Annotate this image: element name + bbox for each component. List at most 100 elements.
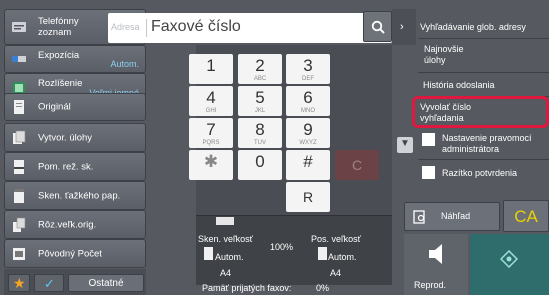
key-3[interactable]: 3 DEF	[286, 54, 330, 84]
global-address-search[interactable]: Vyhľadávanie glob. adresy	[420, 22, 549, 33]
stamp-label: Razítko potvrdenia	[442, 168, 518, 178]
job-build-icon	[13, 130, 26, 144]
key-8-digit: 8	[255, 120, 265, 139]
key-6-letters: MNO	[301, 108, 315, 114]
key-7-letters: PQRS	[202, 140, 220, 146]
fax-number-input[interactable]: Adresa Faxové číslo	[108, 13, 392, 43]
search-button[interactable]	[363, 11, 392, 42]
panel-expand-button[interactable]: ›	[392, 9, 416, 45]
address-book-icon	[12, 22, 26, 32]
thick-paper-scan-label: Sken. ťažkého pap.	[38, 190, 121, 201]
chevron-right-icon: ›	[400, 21, 404, 33]
separator	[418, 38, 549, 39]
key-9-digit: 9	[303, 120, 313, 139]
mixed-size-icon	[13, 217, 26, 232]
key-hash-symbol: #	[303, 152, 313, 171]
resolution-label: Rozlíšenie	[38, 78, 83, 89]
key-4[interactable]: 4 GHI	[189, 86, 233, 116]
key-5[interactable]: 5 JKL	[238, 86, 282, 116]
key-2[interactable]: 2 ABC	[238, 54, 282, 84]
scan-mode-value: Autom.	[215, 252, 244, 262]
recent-jobs[interactable]: Najnovšie úlohy	[424, 44, 484, 66]
key-0-digit: 0	[255, 152, 265, 171]
slow-scan-button[interactable]: Pom. rež. sk.	[4, 152, 146, 181]
clear-key-label: C	[351, 157, 363, 173]
check-icon: ✓	[44, 276, 55, 291]
memory-label: Pamäť prijatých faxov:	[202, 283, 292, 293]
scan-paper-icon	[204, 247, 213, 260]
address-label: Adresa	[111, 22, 140, 32]
preview-label: Náhľad	[441, 211, 471, 221]
preview-icon	[413, 210, 425, 224]
speaker-button[interactable]: Reprod.	[404, 234, 468, 295]
start-icon	[500, 250, 518, 268]
redial-key-label: R	[302, 189, 314, 205]
key-6[interactable]: 6 MNO	[286, 86, 330, 116]
key-star-symbol: ✱	[203, 152, 219, 171]
start-button[interactable]	[470, 234, 549, 295]
clear-all-button[interactable]: CA	[503, 200, 549, 232]
admin-settings-checkbox[interactable]	[422, 133, 435, 146]
key-7[interactable]: 7 PQRS	[189, 118, 233, 148]
admin-settings-label: Nastavenie pravomocí administrátora	[442, 133, 532, 154]
key-1[interactable]: 1	[189, 54, 233, 84]
send-size-label: Pos. veľkosť	[311, 234, 362, 244]
preview-button[interactable]: Náhľad	[404, 202, 500, 231]
fax-number-value: Faxové číslo	[151, 18, 241, 35]
job-build-button[interactable]: Vytvor. úlohy	[4, 123, 146, 152]
key-3-letters: DEF	[302, 76, 314, 82]
key-9[interactable]: 9 WXYZ	[286, 118, 330, 148]
original-icon	[14, 100, 24, 114]
key-5-digit: 5	[255, 88, 265, 107]
key-2-letters: ABC	[253, 76, 267, 82]
key-4-letters: GHI	[205, 108, 217, 114]
ratio-value: 100%	[270, 242, 294, 252]
original-button[interactable]: Originál	[4, 93, 146, 121]
key-8[interactable]: 8 TUV	[238, 118, 282, 148]
address-book-label: Telefónny zoznam	[38, 16, 79, 38]
scroll-down-button[interactable]: ▼	[397, 137, 413, 153]
key-0[interactable]: 0	[238, 150, 282, 180]
send-history[interactable]: História odoslania	[423, 80, 549, 91]
redial-key[interactable]: R	[286, 182, 330, 212]
original-count-button[interactable]: Pôvodný Počet	[4, 239, 146, 268]
job-build-label: Vytvor. úlohy	[38, 132, 93, 143]
mixed-size-original-label: Rôz.veľk.orig.	[38, 219, 97, 230]
scanner-icon	[216, 217, 234, 225]
slow-scan-icon	[14, 159, 24, 174]
key-2-digit: 2	[255, 56, 265, 75]
stamp-checkbox[interactable]	[422, 166, 435, 179]
thick-paper-icon	[14, 188, 24, 203]
favorites-button[interactable]: ★	[8, 274, 30, 292]
search-icon	[371, 20, 385, 34]
call-search-number[interactable]: Vyvolať číslo vyhľadania	[420, 102, 495, 124]
clear-all-label: CA	[514, 207, 538, 226]
exposure-label: Expozícia	[38, 50, 80, 61]
address-divider	[146, 19, 147, 37]
key-9-letters: WXYZ	[299, 140, 317, 146]
scan-size-label: Sken. veľkosť	[198, 234, 254, 244]
key-8-letters: TUV	[254, 140, 266, 146]
key-3-digit: 3	[303, 56, 313, 75]
check-button[interactable]: ✓	[34, 274, 64, 292]
mixed-size-original-button[interactable]: Rôz.veľk.orig.	[4, 210, 146, 239]
original-label: Originál	[38, 101, 71, 113]
send-paper-value: A4	[330, 268, 342, 278]
bottom-bar: ★ ✓ Ostatné	[4, 269, 146, 295]
scan-paper-value: A4	[220, 268, 232, 278]
other-button[interactable]: Ostatné	[68, 274, 144, 292]
memory-value: 0%	[316, 283, 330, 293]
exposure-icon	[12, 56, 26, 62]
key-7-digit: 7	[206, 120, 216, 139]
speaker-icon	[429, 244, 442, 264]
key-star[interactable]: ✱	[189, 150, 233, 180]
send-mode-value: Autom.	[328, 252, 357, 262]
star-icon: ★	[13, 275, 26, 291]
thick-paper-scan-button[interactable]: Sken. ťažkého pap.	[4, 181, 146, 210]
original-count-icon	[13, 247, 25, 260]
speaker-label: Reprod.	[414, 280, 447, 290]
separator	[418, 159, 549, 160]
clear-key[interactable]: C	[335, 150, 379, 180]
exposure-button[interactable]: Expozícia Autom.	[4, 45, 146, 73]
key-hash[interactable]: #	[286, 150, 330, 180]
